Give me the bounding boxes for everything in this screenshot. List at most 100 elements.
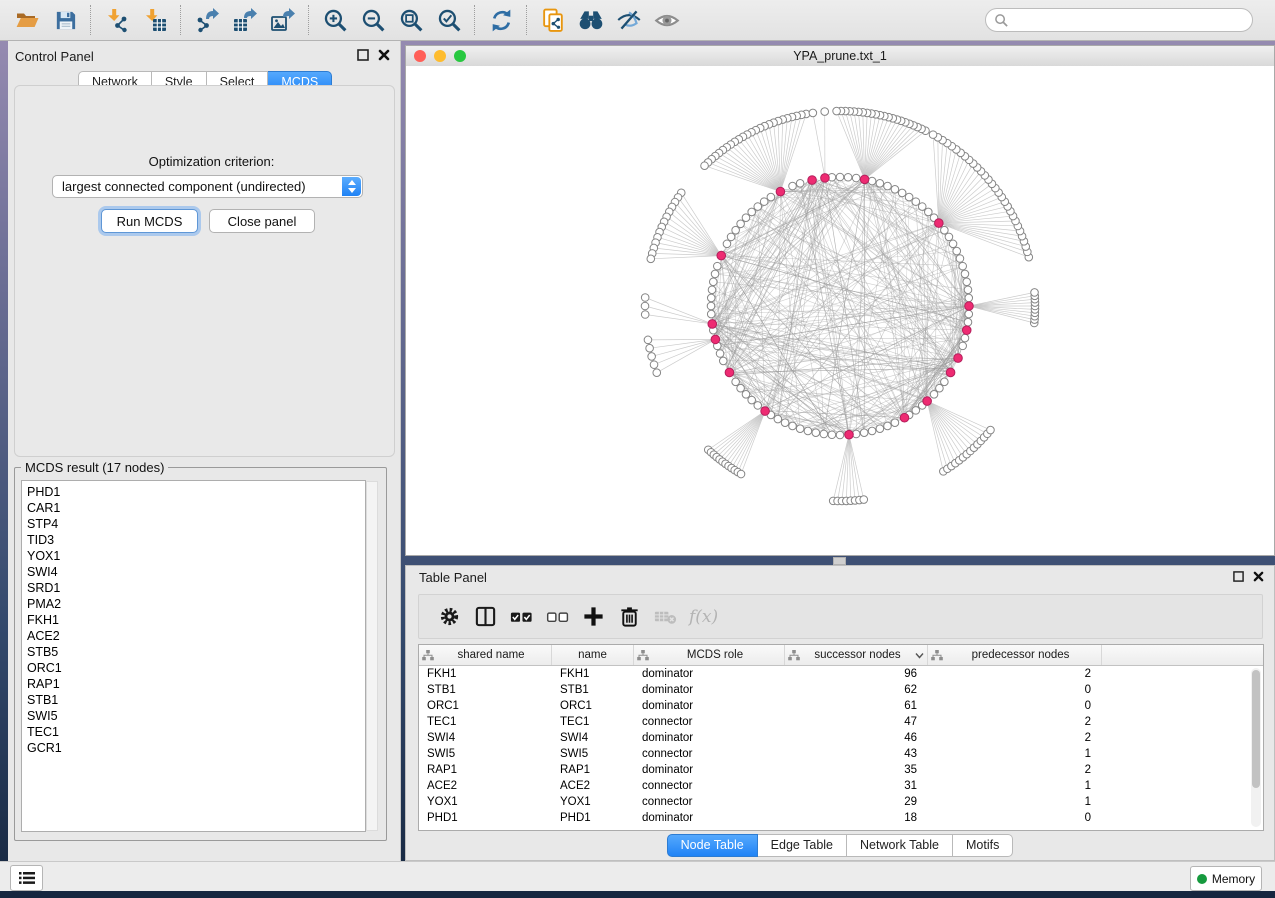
table-row[interactable]: ACE2ACE2connector311 xyxy=(419,778,1263,794)
duplicate-network-icon[interactable] xyxy=(536,4,570,36)
close-icon[interactable] xyxy=(378,49,390,61)
table-row[interactable]: ORC1ORC1dominator610 xyxy=(419,698,1263,714)
ring-node[interactable] xyxy=(796,425,804,433)
table-cell[interactable]: dominator xyxy=(634,810,785,826)
close-panel-button[interactable]: Close panel xyxy=(209,209,315,233)
ring-node[interactable] xyxy=(868,177,876,185)
ring-node[interactable] xyxy=(860,429,868,437)
table-cell[interactable]: SWI5 xyxy=(419,746,552,762)
mcds-result-item[interactable]: CAR1 xyxy=(27,500,365,516)
table-cell[interactable]: 62 xyxy=(785,682,928,698)
table-cell[interactable]: STB1 xyxy=(419,682,552,698)
mcds-result-item[interactable]: STB1 xyxy=(27,692,365,708)
ring-node[interactable] xyxy=(964,318,972,326)
column-header-shared-name[interactable]: shared name xyxy=(419,645,552,665)
table-cell[interactable]: 1 xyxy=(928,746,1102,762)
ring-node[interactable] xyxy=(876,425,884,433)
tab-node-table[interactable]: Node Table xyxy=(667,834,758,857)
ring-node[interactable] xyxy=(732,378,740,386)
column-header-name[interactable]: name xyxy=(552,645,634,665)
mcds-hub-node[interactable] xyxy=(761,407,770,416)
table-row[interactable]: SWI4SWI4dominator462 xyxy=(419,730,1263,746)
ring-node[interactable] xyxy=(707,302,715,310)
leaf-node[interactable] xyxy=(644,336,652,344)
mcds-result-item[interactable]: ORC1 xyxy=(27,660,365,676)
search-input[interactable] xyxy=(1014,10,1252,30)
tab-motifs[interactable]: Motifs xyxy=(953,834,1013,857)
ring-node[interactable] xyxy=(716,350,724,358)
splitter-grip[interactable] xyxy=(833,557,846,565)
mcds-hub-node[interactable] xyxy=(776,187,785,196)
ring-node[interactable] xyxy=(836,431,844,439)
table-cell[interactable]: RAP1 xyxy=(552,762,634,778)
ring-node[interactable] xyxy=(891,419,899,427)
mcds-result-item[interactable]: SRD1 xyxy=(27,580,365,596)
table-cell[interactable]: TEC1 xyxy=(552,714,634,730)
table-cell[interactable]: ORC1 xyxy=(419,698,552,714)
ring-node[interactable] xyxy=(941,226,949,234)
mcds-hub-node[interactable] xyxy=(954,354,963,363)
ring-node[interactable] xyxy=(820,430,828,438)
leaf-node[interactable] xyxy=(641,302,649,310)
mcds-result-item[interactable]: STB5 xyxy=(27,644,365,660)
leaf-node[interactable] xyxy=(641,294,649,302)
ring-node[interactable] xyxy=(707,294,715,302)
table-cell[interactable]: dominator xyxy=(634,666,785,682)
table-scrollbar-thumb[interactable] xyxy=(1252,670,1260,788)
ring-node[interactable] xyxy=(796,180,804,188)
table-cell[interactable]: 61 xyxy=(785,698,928,714)
export-image-icon[interactable] xyxy=(266,4,300,36)
export-network-icon[interactable] xyxy=(190,4,224,36)
mcds-hub-node[interactable] xyxy=(860,175,869,184)
table-row[interactable]: SWI5SWI5connector431 xyxy=(419,746,1263,762)
leaf-node[interactable] xyxy=(1031,289,1039,297)
ring-node[interactable] xyxy=(732,226,740,234)
save-icon[interactable] xyxy=(48,4,82,36)
ring-node[interactable] xyxy=(707,310,715,318)
ring-node[interactable] xyxy=(965,310,973,318)
mcds-hub-node[interactable] xyxy=(711,335,720,344)
ring-node[interactable] xyxy=(708,286,716,294)
ring-node[interactable] xyxy=(760,198,768,206)
ring-node[interactable] xyxy=(912,198,920,206)
mcds-hub-node[interactable] xyxy=(923,397,932,406)
ring-node[interactable] xyxy=(714,262,722,270)
table-cell[interactable]: 2 xyxy=(928,762,1102,778)
table-row[interactable]: PHD1PHD1dominator180 xyxy=(419,810,1263,826)
float-window-icon[interactable] xyxy=(357,49,369,61)
table-cell[interactable]: 0 xyxy=(928,682,1102,698)
ring-node[interactable] xyxy=(965,294,973,302)
ring-node[interactable] xyxy=(709,278,717,286)
table-cell[interactable]: PHD1 xyxy=(419,810,552,826)
table-cell[interactable]: connector xyxy=(634,746,785,762)
table-cell[interactable]: ORC1 xyxy=(552,698,634,714)
criterion-select[interactable]: largest connected component (undirected) xyxy=(52,175,363,198)
mcds-result-item[interactable]: TEC1 xyxy=(27,724,365,740)
leaf-node[interactable] xyxy=(929,131,937,139)
mcds-result-list[interactable]: PHD1CAR1STP4TID3YOX1SWI4SRD1PMA2FKH1ACE2… xyxy=(21,480,366,832)
table-cell[interactable]: dominator xyxy=(634,698,785,714)
table-cell[interactable]: FKH1 xyxy=(419,666,552,682)
leaf-node[interactable] xyxy=(641,311,649,319)
trash-icon[interactable] xyxy=(611,600,647,634)
table-cell[interactable]: ACE2 xyxy=(552,778,634,794)
ring-node[interactable] xyxy=(754,203,762,211)
table-cell[interactable]: dominator xyxy=(634,762,785,778)
ring-node[interactable] xyxy=(956,255,964,263)
table-cell[interactable]: RAP1 xyxy=(419,762,552,778)
ring-node[interactable] xyxy=(748,208,756,216)
table-cell[interactable]: connector xyxy=(634,794,785,810)
run-mcds-button[interactable]: Run MCDS xyxy=(101,209,198,233)
columns-icon[interactable] xyxy=(467,600,503,634)
mcds-result-item[interactable]: PHD1 xyxy=(27,484,365,500)
ring-node[interactable] xyxy=(774,415,782,423)
ring-node[interactable] xyxy=(945,233,953,241)
export-table-icon[interactable] xyxy=(228,4,262,36)
mcds-hub-node[interactable] xyxy=(845,430,854,439)
zoom-out-icon[interactable] xyxy=(356,4,390,36)
network-graph[interactable] xyxy=(406,66,1274,555)
tab-network-table[interactable]: Network Table xyxy=(847,834,953,857)
table-cell[interactable]: SWI5 xyxy=(552,746,634,762)
ring-node[interactable] xyxy=(804,427,812,435)
refresh-icon[interactable] xyxy=(484,4,518,36)
